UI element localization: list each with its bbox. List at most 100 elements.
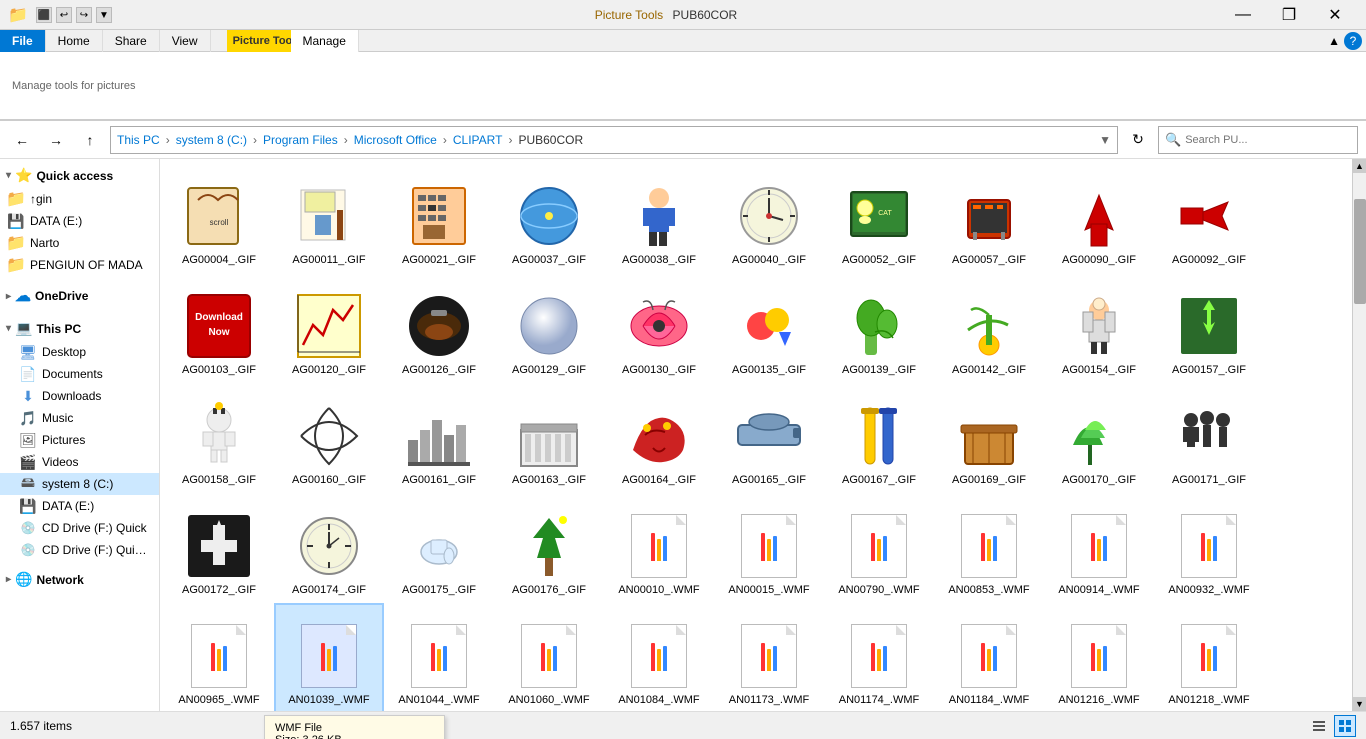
tab-manage[interactable]: Manage [291, 30, 359, 52]
file-item[interactable]: AG00174_.GIF [274, 493, 384, 603]
file-item[interactable]: AG00038_.GIF [604, 163, 714, 273]
file-item[interactable]: AG00154_.GIF [1044, 273, 1154, 383]
file-item[interactable]: AN00965_.WMF [164, 603, 274, 711]
details-view-button[interactable] [1308, 715, 1330, 737]
breadcrumb-this-pc[interactable]: This PC [117, 133, 160, 147]
file-item[interactable]: AG00170_.GIF [1044, 383, 1154, 493]
sidebar-section-network[interactable]: ▸ 🌐 Network [0, 567, 159, 592]
file-item[interactable]: AG00163_.GIF [494, 383, 604, 493]
file-item[interactable]: AG00130_.GIF [604, 273, 714, 383]
help-icon[interactable]: ? [1344, 32, 1362, 50]
breadcrumb-clipart[interactable]: CLIPART [453, 133, 503, 147]
sidebar-item-data-e2[interactable]: 💾 DATA (E:) [0, 495, 159, 517]
file-item[interactable]: AN01060_.WMF [494, 603, 604, 711]
file-item[interactable]: AG00171_.GIF [1154, 383, 1264, 493]
breadcrumb-ms-office[interactable]: Microsoft Office [354, 133, 437, 147]
file-item[interactable]: AG00169_.GIF [934, 383, 1044, 493]
file-item[interactable]: AG00139_.GIF [824, 273, 934, 383]
file-item[interactable]: scroll AG00004_.GIF [164, 163, 274, 273]
sidebar-section-this-pc[interactable]: ▾ 💻 This PC [0, 316, 159, 341]
sidebar-item-pictures[interactable]: 🖼 Pictures [0, 429, 159, 451]
file-item[interactable]: AG00011_.GIF [274, 163, 384, 273]
tab-view[interactable]: View [160, 30, 211, 52]
file-item[interactable]: AG00142_.GIF [934, 273, 1044, 383]
file-item[interactable]: AN00932_.WMF [1154, 493, 1264, 603]
sidebar-item-system8[interactable]: 🖴 system 8 (C:) [0, 473, 159, 495]
file-item[interactable]: AN01084_.WMF [604, 603, 714, 711]
sidebar-item-cd1[interactable]: 💿 CD Drive (F:) Quick [0, 517, 159, 539]
file-item[interactable]: AN00010_.WMF [604, 493, 714, 603]
sidebar-item-desktop[interactable]: 🖥 Desktop [0, 341, 159, 363]
sidebar-item-cd2[interactable]: 💿 CD Drive (F:) Quick N [0, 539, 159, 561]
file-item[interactable]: AG00057_.GIF [934, 163, 1044, 273]
file-item[interactable]: AG00037_.GIF [494, 163, 604, 273]
sidebar-item-downloads[interactable]: ⬇ Downloads [0, 385, 159, 407]
customize-icon[interactable]: ▼ [96, 7, 112, 23]
file-item[interactable]: AN01216_.WMF [1044, 603, 1154, 711]
sidebar-section-onedrive[interactable]: ▸ ☁ OneDrive [0, 282, 159, 310]
file-item[interactable]: AN01173_.WMF [714, 603, 824, 711]
sidebar-item-data-e[interactable]: 💾 DATA (E:) [0, 210, 159, 232]
file-item[interactable]: AG00129_.GIF [494, 273, 604, 383]
sidebar-section-quick-access[interactable]: ▾ ⭐ Quick access [0, 163, 159, 188]
file-item[interactable]: AG00161_.GIF [384, 383, 494, 493]
file-item[interactable]: AG00158_.GIF [164, 383, 274, 493]
file-item[interactable]: AN01174_.WMF [824, 603, 934, 711]
scrollbar[interactable]: ▲ ▼ [1352, 159, 1366, 711]
collapse-ribbon-icon[interactable]: ▲ [1328, 34, 1340, 48]
refresh-button[interactable]: ↻ [1124, 126, 1152, 154]
scroll-up-button[interactable]: ▲ [1353, 159, 1366, 173]
sidebar-item-narto[interactable]: 📁 Narto [0, 232, 159, 254]
file-item[interactable]: AG00165_.GIF [714, 383, 824, 493]
file-item[interactable]: AG00176_.GIF [494, 493, 604, 603]
file-item[interactable]: AN00790_.WMF [824, 493, 934, 603]
breadcrumb-program-files[interactable]: Program Files [263, 133, 338, 147]
maximize-button[interactable]: ❐ [1266, 0, 1312, 30]
file-item[interactable]: AG00090_.GIF [1044, 163, 1154, 273]
minimize-button[interactable]: — [1220, 0, 1266, 30]
sidebar-item-penguin[interactable]: 📁 PENGIUN OF MADA [0, 254, 159, 276]
undo-icon[interactable]: ↩ [56, 7, 72, 23]
tab-share[interactable]: Share [103, 30, 160, 52]
file-item[interactable]: AG00160_.GIF [274, 383, 384, 493]
file-item[interactable]: CAT AG00052_.GIF [824, 163, 934, 273]
file-item[interactable]: AG00175_.GIF [384, 493, 494, 603]
back-button[interactable]: ← [8, 126, 36, 154]
file-item[interactable]: AG00164_.GIF [604, 383, 714, 493]
sidebar-item-gin[interactable]: 📁 ↑gin [0, 188, 159, 210]
file-item[interactable]: AG00040_.GIF [714, 163, 824, 273]
scroll-thumb[interactable] [1354, 199, 1366, 304]
search-box[interactable]: 🔍 [1158, 126, 1358, 154]
sidebar-item-videos[interactable]: 🎬 Videos [0, 451, 159, 473]
file-item[interactable]: AG00157_.GIF [1154, 273, 1264, 383]
new-window-icon[interactable]: ⬛ [36, 7, 52, 23]
sidebar-item-music[interactable]: 🎵 Music [0, 407, 159, 429]
file-item[interactable]: AG00120_.GIF [274, 273, 384, 383]
file-item-selected[interactable]: AN01039_.WMF WMF File Size: 3,26 KB Date… [274, 603, 384, 711]
file-item[interactable]: AG00135_.GIF [714, 273, 824, 383]
tab-home[interactable]: Home [46, 30, 103, 52]
file-item[interactable]: AG00126_.GIF [384, 273, 494, 383]
sidebar-item-documents[interactable]: 📄 Documents [0, 363, 159, 385]
file-item[interactable]: AN01184_.WMF [934, 603, 1044, 711]
file-item[interactable]: AN01044_.WMF [384, 603, 494, 711]
file-item[interactable]: AN00853_.WMF [934, 493, 1044, 603]
file-item[interactable]: DownloadNow AG00103_.GIF [164, 273, 274, 383]
tab-file[interactable]: File [0, 30, 46, 52]
breadcrumb-system8[interactable]: system 8 (C:) [176, 133, 247, 147]
file-item[interactable]: AG00172_.GIF [164, 493, 274, 603]
file-item[interactable]: AN01218_.WMF [1154, 603, 1264, 711]
file-item[interactable]: AG00167_.GIF [824, 383, 934, 493]
forward-button[interactable]: → [42, 126, 70, 154]
redo-icon[interactable]: ↪ [76, 7, 92, 23]
up-button[interactable]: ↑ [76, 126, 104, 154]
file-item[interactable]: AG00021_.GIF [384, 163, 494, 273]
scroll-down-button[interactable]: ▼ [1353, 697, 1366, 711]
close-button[interactable]: ✕ [1312, 0, 1358, 30]
search-input[interactable] [1185, 134, 1351, 146]
address-dropdown-icon[interactable]: ▼ [1099, 133, 1111, 147]
file-item[interactable]: AG00092_.GIF [1154, 163, 1264, 273]
file-item[interactable]: AN00015_.WMF [714, 493, 824, 603]
file-item[interactable]: AN00914_.WMF [1044, 493, 1154, 603]
large-icons-view-button[interactable] [1334, 715, 1356, 737]
